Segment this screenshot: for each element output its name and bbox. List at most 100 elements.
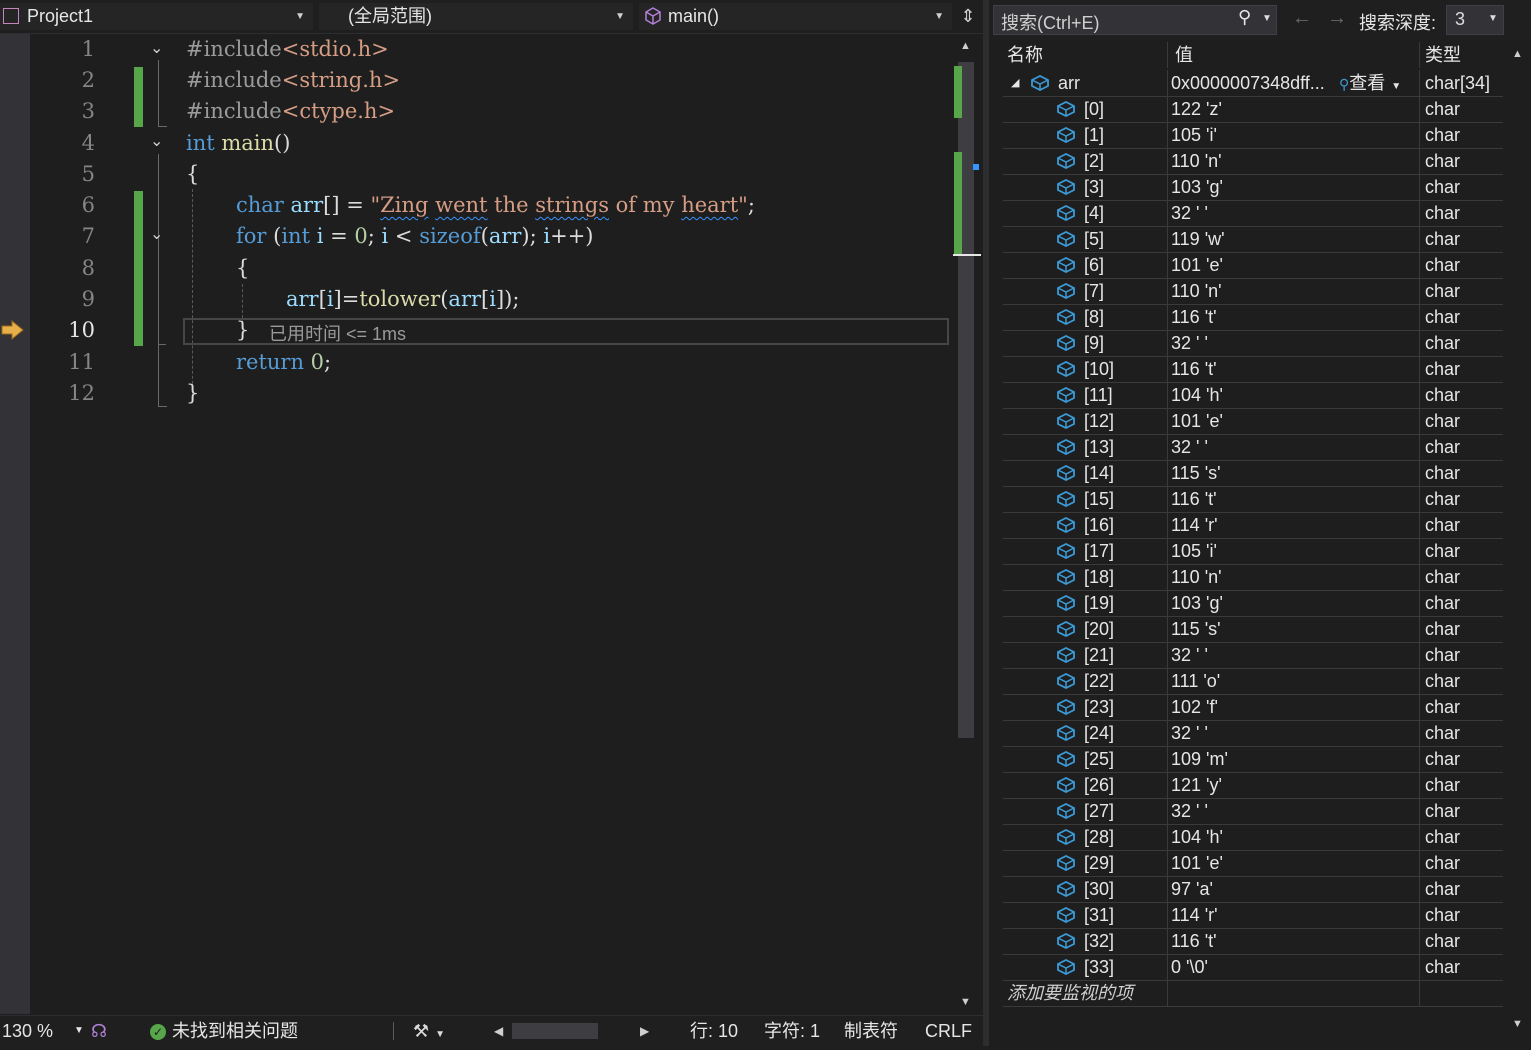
watch-row[interactable]: [29] 101 'e' char [1003,850,1503,877]
watch-row[interactable]: [23] 102 'f' char [1003,694,1503,721]
watch-value[interactable]: 0 '\0' [1171,954,1421,980]
watch-row[interactable]: [14] 115 's' char [1003,460,1503,487]
code-line-5[interactable]: { [186,162,199,186]
issues-indicator[interactable]: ✓ 未找到相关问题 [150,1016,298,1046]
scroll-down-icon[interactable]: ▼ [1512,1018,1523,1030]
indent-indicator[interactable]: 制表符 [844,1016,898,1046]
watch-row[interactable]: [5] 119 'w' char [1003,226,1503,253]
watch-row[interactable]: [11] 104 'h' char [1003,382,1503,409]
watch-value[interactable]: 115 's' [1171,616,1421,642]
watch-value[interactable]: 110 'n' [1171,564,1421,590]
watch-row[interactable]: [25] 109 'm' char [1003,746,1503,773]
intellicode-icon[interactable]: ☊ [91,1016,111,1046]
column-indicator[interactable]: 字符: 1 [764,1016,820,1046]
watch-value[interactable]: 116 't' [1171,356,1421,382]
column-header-name[interactable]: 名称 [1007,42,1043,68]
watch-value[interactable]: 111 'o' [1171,668,1421,694]
watch-row[interactable]: [4] 32 ' ' char [1003,200,1503,227]
code-line-2[interactable]: #include<string.h> [186,68,400,92]
header-divider[interactable] [1167,42,1168,68]
header-divider[interactable] [1419,42,1420,68]
watch-row[interactable]: [1] 105 'i' char [1003,122,1503,149]
project-dropdown[interactable]: Project1 ▼ [0,3,313,30]
watch-row[interactable]: [27] 32 ' ' char [1003,798,1503,825]
split-editor-button[interactable]: ⇕ [958,6,978,26]
watch-value[interactable]: 122 'z' [1171,96,1421,122]
function-dropdown[interactable]: main() ▼ [639,3,952,30]
add-watch-row[interactable]: 添加要监视的项 [1003,980,1503,1007]
scroll-left-icon[interactable]: ◀ [494,1016,503,1046]
watch-row[interactable]: [21] 32 ' ' char [1003,642,1503,669]
code-line-12[interactable]: } [186,381,199,405]
watch-search-box[interactable]: 搜索(Ctrl+E) ⚲ ▼ [993,5,1277,35]
watch-value[interactable]: 116 't' [1171,928,1421,954]
add-watch-cell[interactable]: 添加要监视的项 [1003,980,1155,1006]
glyph-margin[interactable] [0,34,30,1014]
editor-vertical-scrollbar[interactable]: ▲ ▼ [953,34,981,1014]
perf-tip[interactable]: 已用时间 <= 1ms [269,320,406,346]
watch-value[interactable]: 105 'i' [1171,538,1421,564]
watch-row[interactable]: [28] 104 'h' char [1003,824,1503,851]
code-line-3[interactable]: #include<ctype.h> [186,99,395,123]
watch-value[interactable]: 32 ' ' [1171,200,1421,226]
scope-dropdown[interactable]: (全局范围) ▼ [319,3,633,30]
collapse-chevron-icon[interactable]: ⌄ [150,224,163,244]
watch-value[interactable]: 32 ' ' [1171,434,1421,460]
watch-value[interactable]: 116 't' [1171,486,1421,512]
watch-row[interactable]: [33] 0 '\0' char [1003,954,1503,981]
scroll-down-icon[interactable]: ▼ [960,996,971,1008]
watch-row[interactable]: [0] 122 'z' char [1003,96,1503,123]
column-header-type[interactable]: 类型 [1425,42,1461,68]
collapse-chevron-icon[interactable]: ⌄ [150,131,163,151]
watch-row[interactable]: [18] 110 'n' char [1003,564,1503,591]
watch-value[interactable]: 109 'm' [1171,746,1421,772]
watch-value[interactable]: 116 't' [1171,304,1421,330]
watch-row[interactable]: [24] 32 ' ' char [1003,720,1503,747]
watch-row[interactable]: [15] 116 't' char [1003,486,1503,513]
code-line-9[interactable]: arr[i]=tolower(arr[i]); [286,287,519,311]
watch-value[interactable]: 121 'y' [1171,772,1421,798]
watch-value[interactable]: 110 'n' [1171,278,1421,304]
line-indicator[interactable]: 行: 10 [690,1016,738,1046]
watch-row[interactable]: [17] 105 'i' char [1003,538,1503,565]
column-header-value[interactable]: 值 [1175,42,1193,68]
watch-row[interactable]: [19] 103 'g' char [1003,590,1503,617]
scroll-up-icon[interactable]: ▲ [960,40,971,52]
watch-value[interactable]: 32 ' ' [1171,798,1421,824]
code-cleanup-button[interactable]: ⚒ ▼ [413,1016,453,1046]
view-visualizer-button[interactable]: ⚲查看 ▼ [1339,70,1401,96]
watch-row[interactable]: [3] 103 'g' char [1003,174,1503,201]
watch-value[interactable]: 32 ' ' [1171,330,1421,356]
watch-value[interactable]: 104 'h' [1171,382,1421,408]
code-line-8[interactable]: { [236,256,249,280]
watch-row[interactable]: [26] 121 'y' char [1003,772,1503,799]
watch-row[interactable]: [13] 32 ' ' char [1003,434,1503,461]
watch-row[interactable]: [22] 111 'o' char [1003,668,1503,695]
watch-row[interactable]: [8] 116 't' char [1003,304,1503,331]
watch-value[interactable]: 104 'h' [1171,824,1421,850]
code-line-4[interactable]: int main() [186,131,290,155]
watch-value[interactable]: 114 'r' [1171,512,1421,538]
scroll-right-icon[interactable]: ▶ [640,1016,649,1046]
watch-value[interactable]: 103 'g' [1171,590,1421,616]
watch-row[interactable]: [30] 97 'a' char [1003,876,1503,903]
back-arrow-icon[interactable]: ← [1292,7,1312,30]
watch-row[interactable]: [6] 101 'e' char [1003,252,1503,279]
watch-row[interactable]: [32] 116 't' char [1003,928,1503,955]
watch-row[interactable]: [16] 114 'r' char [1003,512,1503,539]
watch-value[interactable]: 101 'e' [1171,408,1421,434]
forward-arrow-icon[interactable]: → [1327,7,1347,30]
line-ending-indicator[interactable]: CRLF [925,1016,972,1046]
horizontal-scrollbar-thumb[interactable] [512,1023,598,1039]
code-editor[interactable]: 1 2 3 4 5 6 7 8 9 10 11 12 ⌄ ⌄ ⌄ #includ… [0,34,983,1014]
watch-row[interactable]: [7] 110 'n' char [1003,278,1503,305]
code-line-11[interactable]: return 0; [236,350,331,374]
watch-value[interactable]: 119 'w' [1171,226,1421,252]
collapse-chevron-icon[interactable]: ⌄ [150,38,163,58]
search-depth-dropdown[interactable]: 3 ▼ [1446,5,1504,35]
watch-vertical-scrollbar[interactable]: ▲ ▼ [1505,42,1531,1046]
zoom-dropdown[interactable]: 130 % ▼ [2,1016,84,1046]
search-icon[interactable]: ⚲ [1238,7,1251,28]
chevron-down-icon[interactable]: ▼ [1262,13,1272,24]
code-line-7[interactable]: for (int i = 0; i < sizeof(arr); i++) [236,224,593,248]
